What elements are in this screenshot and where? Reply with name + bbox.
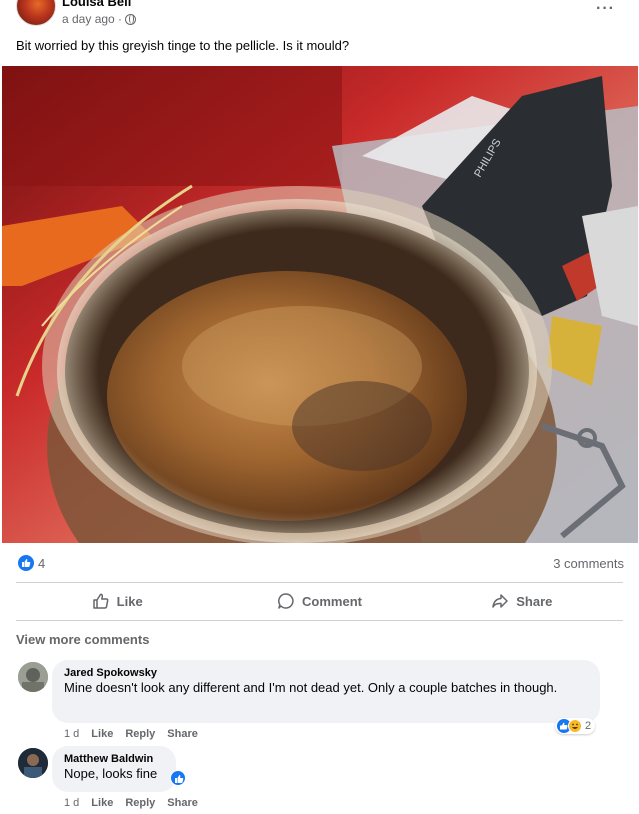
comment-text: Nope, looks fine — [64, 766, 158, 781]
like-reaction-icon[interactable] — [18, 555, 34, 571]
share-icon — [492, 594, 508, 608]
view-more-comments-link[interactable]: View more comments — [16, 632, 149, 647]
comment-bubble: Matthew Baldwin Nope, looks fine — [52, 746, 176, 792]
reaction-stats: 4 3 comments — [0, 552, 639, 574]
globe-icon — [125, 13, 137, 25]
comment-actions: 1 d Like Reply Share — [64, 728, 198, 740]
share-button[interactable]: Share — [421, 584, 623, 618]
comment-reply-link[interactable]: Reply — [125, 728, 155, 740]
comment-time[interactable]: 1 d — [64, 797, 79, 809]
post-photo[interactable]: PHILIPS — [2, 66, 638, 543]
comment-like-link[interactable]: Like — [91, 797, 113, 809]
comment-icon — [278, 593, 294, 609]
comment-text: Mine doesn't look any different and I'm … — [64, 680, 558, 695]
comment-reactions[interactable]: 2 — [555, 718, 596, 734]
more-options-icon[interactable]: ··· — [596, 0, 615, 18]
commenter-name[interactable]: Jared Spokowsky — [64, 667, 588, 679]
comment-actions: 1 d Like Reply Share — [64, 797, 198, 809]
author-name[interactable]: Louisa Bell — [62, 0, 131, 9]
comment-label: Comment — [302, 593, 362, 609]
post-caption: Bit worried by this greyish tinge to the… — [16, 38, 350, 53]
thumbs-up-icon — [92, 593, 109, 609]
divider — [16, 620, 623, 621]
like-count[interactable]: 4 — [38, 556, 45, 571]
post-actions: Like Comment Share — [16, 584, 623, 618]
comment-time[interactable]: 1 d — [64, 728, 79, 740]
post-header: Louisa Bell a day ago · ··· — [0, 0, 639, 36]
commenter-avatar[interactable] — [18, 662, 48, 692]
haha-reaction-icon — [568, 719, 582, 733]
post-meta: a day ago · — [62, 12, 137, 26]
like-button[interactable]: Like — [16, 584, 218, 618]
share-label: Share — [516, 593, 553, 609]
author-avatar[interactable] — [16, 0, 56, 26]
comment-button[interactable]: Comment — [218, 584, 420, 618]
like-reaction-icon[interactable] — [170, 770, 186, 786]
post-time[interactable]: a day ago · — [62, 12, 122, 26]
commenter-name[interactable]: Matthew Baldwin — [64, 753, 164, 765]
kombucha-jar-photo: PHILIPS — [2, 66, 638, 543]
comment-share-link[interactable]: Share — [167, 728, 198, 740]
commenter-avatar[interactable] — [18, 748, 48, 778]
divider — [16, 582, 623, 583]
reaction-count: 2 — [585, 720, 592, 732]
comment-bubble: Jared Spokowsky Mine doesn't look any di… — [52, 660, 600, 723]
like-label: Like — [116, 593, 143, 609]
comment-count[interactable]: 3 comments — [553, 556, 624, 571]
comment-reply-link[interactable]: Reply — [125, 797, 155, 809]
comment-like-link[interactable]: Like — [91, 728, 113, 740]
comment-share-link[interactable]: Share — [167, 797, 198, 809]
